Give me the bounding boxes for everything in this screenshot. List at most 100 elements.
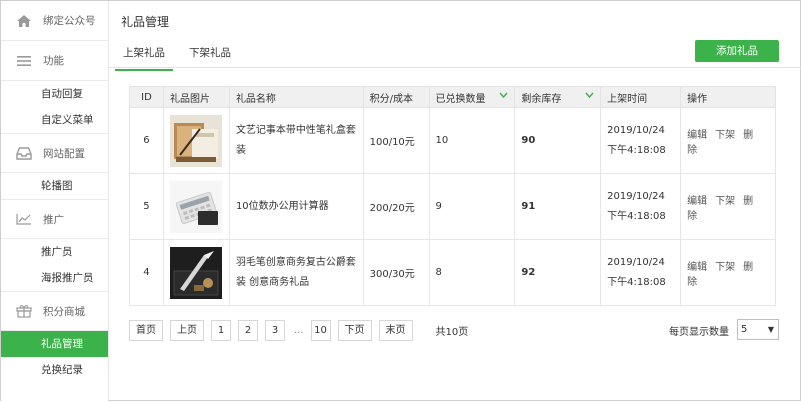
cell-id: 4 [129, 239, 164, 306]
sidebar-item-redeem-records[interactable]: 兑换纪录 [1, 357, 108, 383]
listed-date: 2019/10/24 [607, 124, 665, 136]
home-icon [15, 13, 33, 29]
sidebar: 绑定公众号 功能 自动回复 自定义菜单 网站配置 轮播图 推广 推广员 海报推广… [1, 1, 109, 402]
cell-listed-time: 2019/10/24 下午4:18:08 [600, 107, 682, 174]
first-page-button[interactable]: 首页 [129, 319, 163, 341]
next-page-button[interactable]: 下页 [337, 319, 372, 341]
tab-delisted-gifts[interactable]: 下架礼品 [181, 45, 239, 69]
sidebar-group-label: 积分商城 [43, 305, 85, 318]
table-row: 4 羽毛笔创意商务复古公爵套装 创意商务礼品 300/30元 8 92 2019… [129, 239, 776, 306]
cell-redeemed: 8 [428, 239, 516, 306]
page-button-3[interactable]: 3 [265, 319, 285, 341]
chart-icon [15, 211, 33, 227]
gift-name-line: 装 [235, 144, 246, 156]
per-page-value: 5 [741, 324, 748, 335]
dropdown-caret-icon: ▼ [767, 325, 774, 334]
edit-link[interactable]: 编辑 [687, 196, 707, 207]
cell-name: 文艺记事本带中性笔礼盒套装 [228, 107, 364, 174]
gift-icon [15, 303, 33, 319]
sidebar-group-promotion[interactable]: 推广 [1, 199, 108, 239]
pagination: 首页 上页 1 2 3 ... 10 下页 末页 共10页 [129, 319, 468, 341]
sidebar-group-label: 推广 [43, 213, 64, 226]
cell-stock: 90 [514, 107, 602, 174]
page-button-2[interactable]: 2 [238, 319, 258, 341]
listed-time: 下午4:18:08 [607, 210, 666, 222]
col-header-points-cost: 积分/成本 [362, 86, 430, 108]
inbox-icon [15, 145, 33, 161]
cell-points-cost: 200/20元 [362, 173, 430, 240]
cell-image [162, 107, 230, 174]
cell-id: 6 [129, 107, 164, 174]
cell-actions: 编辑 下架 删除 [680, 173, 776, 240]
delist-link[interactable]: 下架 [715, 130, 735, 141]
main-content: 礼品管理 上架礼品 下架礼品 添加礼品 ID 礼品图片 礼品名称 积分/成本 已… [109, 1, 801, 402]
cell-points-cost: 300/30元 [362, 239, 430, 306]
last-page-button[interactable]: 末页 [378, 319, 413, 341]
sidebar-group-site-config[interactable]: 网站配置 [1, 133, 108, 173]
sidebar-group-features[interactable]: 功能 [1, 41, 108, 81]
cell-stock: 92 [514, 239, 602, 306]
cell-listed-time: 2019/10/24 下午4:18:08 [600, 239, 682, 306]
col-header-label: 剩余库存 [521, 93, 562, 105]
listed-time: 下午4:18:08 [607, 276, 666, 288]
delist-link[interactable]: 下架 [715, 262, 735, 273]
cell-stock: 91 [514, 173, 602, 240]
sidebar-item-bind-account[interactable]: 绑定公众号 [1, 1, 108, 41]
gift-name-line: 羽毛笔创意商务复古公爵套 [235, 256, 356, 268]
col-header-id: ID [129, 86, 164, 108]
sort-down-icon[interactable] [499, 91, 508, 101]
sidebar-item-promoter[interactable]: 推广员 [1, 239, 108, 265]
listed-date: 2019/10/24 [607, 190, 665, 202]
sidebar-group-label: 功能 [43, 55, 64, 67]
edit-link[interactable]: 编辑 [687, 130, 707, 141]
col-header-image: 礼品图片 [162, 86, 230, 108]
sidebar-item-label: 绑定公众号 [43, 15, 96, 27]
listed-date: 2019/10/24 [607, 256, 665, 268]
cell-id: 5 [129, 173, 164, 240]
gift-table: ID 礼品图片 礼品名称 积分/成本 已兑换数量 剩余库存 上架时间 操作 6 [129, 86, 776, 306]
cell-image [162, 239, 230, 306]
col-header-actions: 操作 [680, 86, 776, 108]
gift-name-line: 装 创意商务礼品 [235, 276, 310, 288]
table-row: 6 文艺记事本带中性笔礼盒套装 100/10元 10 90 2019/10/24… [129, 107, 776, 174]
page-title: 礼品管理 [121, 15, 170, 29]
gift-image-quill-set [169, 246, 222, 299]
sidebar-item-poster-promoter[interactable]: 海报推广员 [1, 265, 108, 291]
col-header-label: 已兑换数量 [435, 93, 486, 105]
cell-points-cost: 100/10元 [362, 107, 430, 174]
sort-down-icon[interactable] [585, 91, 594, 101]
app-frame: 绑定公众号 功能 自动回复 自定义菜单 网站配置 轮播图 推广 推广员 海报推广… [0, 0, 801, 402]
sidebar-group-points-mall[interactable]: 积分商城 [1, 291, 108, 331]
sidebar-item-carousel[interactable]: 轮播图 [1, 173, 108, 199]
prev-page-button[interactable]: 上页 [170, 319, 204, 341]
table-header-row: ID 礼品图片 礼品名称 积分/成本 已兑换数量 剩余库存 上架时间 操作 [129, 86, 776, 108]
sidebar-item-gift-management[interactable]: 礼品管理 [1, 331, 108, 357]
cell-image [162, 173, 230, 240]
cell-actions: 编辑 下架 删除 [680, 239, 776, 306]
col-header-listed-time: 上架时间 [600, 86, 682, 108]
gift-image-notebook [169, 114, 222, 167]
total-pages-label: 共10页 [435, 326, 469, 338]
delist-link[interactable]: 下架 [715, 196, 735, 207]
tab-listed-gifts[interactable]: 上架礼品 [115, 45, 173, 71]
sidebar-item-auto-reply[interactable]: 自动回复 [1, 81, 108, 107]
col-header-redeemed[interactable]: 已兑换数量 [428, 86, 516, 108]
add-gift-button[interactable]: 添加礼品 [695, 40, 779, 62]
page-button-10[interactable]: 10 [310, 319, 331, 341]
col-header-name: 礼品名称 [228, 86, 364, 108]
cell-name: 羽毛笔创意商务复古公爵套装 创意商务礼品 [228, 239, 364, 306]
cell-actions: 编辑 下架 删除 [680, 107, 776, 174]
per-page-select[interactable]: 5 ▼ [737, 319, 779, 340]
cell-listed-time: 2019/10/24 下午4:18:08 [600, 173, 682, 240]
cell-name: 10位数办公用计算器 [228, 173, 364, 240]
gift-name-line: 文艺记事本带中性笔礼盒套 [235, 124, 356, 136]
col-header-stock[interactable]: 剩余库存 [514, 86, 602, 108]
page-button-1[interactable]: 1 [211, 319, 231, 341]
cell-redeemed: 10 [428, 107, 516, 174]
sidebar-group-label: 网站配置 [43, 147, 85, 160]
sidebar-item-custom-menu[interactable]: 自定义菜单 [1, 107, 108, 133]
cell-redeemed: 9 [428, 173, 516, 240]
per-page-label: 每页显示数量 [669, 327, 729, 338]
table-row: 5 10位数办公用计算器 200/20元 9 91 2019/10/24 下午4… [129, 173, 776, 240]
edit-link[interactable]: 编辑 [687, 262, 707, 273]
